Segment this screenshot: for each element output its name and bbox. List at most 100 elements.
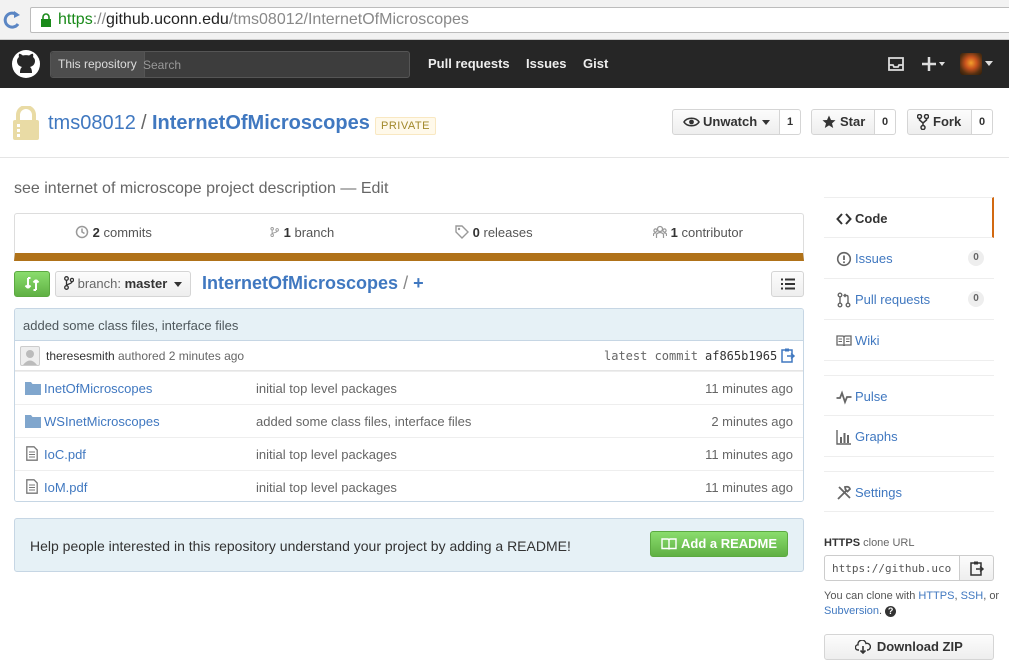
tools-icon	[837, 485, 852, 500]
search-input[interactable]	[143, 54, 403, 75]
commits-count: 2	[92, 225, 100, 240]
repo-owner-link[interactable]: tms08012	[48, 112, 136, 135]
star-label: Star	[840, 114, 866, 129]
pull-requests-counter: 0	[968, 291, 984, 307]
clone-help-comma: ,	[954, 590, 958, 602]
sidebar-item-pull-requests[interactable]: Pull requests 0	[824, 279, 994, 320]
eye-icon	[683, 117, 700, 127]
branches-link[interactable]: 1 branch	[270, 225, 334, 240]
file-age: 11 minutes ago	[705, 480, 793, 495]
search-scope-label[interactable]: This repository	[51, 52, 145, 77]
nav-issues[interactable]: Issues	[526, 56, 566, 71]
file-commit-message[interactable]: initial top level packages	[256, 381, 397, 396]
clone-https-link[interactable]: HTTPS	[918, 590, 954, 602]
download-zip-button[interactable]: Download ZIP	[824, 634, 994, 660]
clone-ssh-link[interactable]: SSH	[961, 590, 984, 602]
unwatch-button[interactable]: Unwatch	[672, 109, 780, 135]
file-commit-message[interactable]: initial top level packages	[256, 480, 397, 495]
readme-prompt: Help people interested in this repositor…	[14, 518, 804, 572]
branches-count: 1	[283, 225, 291, 240]
description-dash: —	[340, 180, 357, 197]
breadcrumb-separator: /	[403, 273, 409, 293]
sidebar-item-issues[interactable]: Issues 0	[824, 238, 994, 279]
contributors-link[interactable]: 1 contributor	[653, 225, 743, 240]
star-button[interactable]: Star	[811, 109, 875, 135]
file-row[interactable]: WSInetMicroscopes added some class files…	[15, 404, 803, 437]
stargazers-count[interactable]: 0	[875, 109, 896, 135]
copy-clone-url-button[interactable]	[959, 555, 994, 581]
sidebar-item-settings[interactable]: Settings	[824, 471, 994, 512]
contributors-count: 1	[670, 225, 678, 240]
site-header: This repository Pull requests Issues Gis…	[0, 40, 1009, 88]
fork-label: Fork	[933, 114, 962, 129]
folder-icon	[25, 415, 41, 428]
latest-commit-message[interactable]: added some class files, interface files	[15, 309, 803, 341]
chevron-down-icon[interactable]	[985, 61, 993, 67]
secure-lock-icon	[41, 13, 51, 27]
commit-sha-link[interactable]: af865b1965	[705, 349, 777, 363]
url-field[interactable]: https://github.uconn.edu/tms08012/Intern…	[30, 7, 1009, 33]
file-row[interactable]: IoM.pdf initial top level packages 11 mi…	[15, 470, 803, 501]
branch-select-button[interactable]: branch: master	[55, 271, 191, 297]
reload-icon[interactable]	[2, 9, 22, 31]
sidebar-item-graphs[interactable]: Graphs	[824, 416, 994, 457]
file-name-link[interactable]: WSInetMicroscopes	[44, 414, 160, 429]
watchers-count[interactable]: 1	[780, 109, 801, 135]
latest-commit-label: latest commit	[604, 349, 698, 363]
private-repo-lock-icon	[13, 106, 39, 140]
clone-protocol: HTTPS	[824, 537, 861, 549]
commits-link[interactable]: 2 commits	[75, 225, 152, 240]
commit-author-link[interactable]: theresesmith	[46, 349, 115, 363]
unwatch-label: Unwatch	[703, 114, 758, 129]
file-row[interactable]: InetOfMicroscopes initial top level pack…	[15, 371, 803, 404]
clipboard-icon[interactable]	[781, 348, 795, 363]
readme-prompt-text: Help people interested in this repositor…	[30, 538, 571, 554]
pulse-icon	[836, 390, 852, 405]
nav-gist[interactable]: Gist	[583, 56, 608, 71]
file-name-link[interactable]: InetOfMicroscopes	[44, 381, 152, 396]
releases-link[interactable]: 0 releases	[455, 225, 533, 240]
inbox-icon[interactable]	[888, 57, 904, 71]
clone-subversion-link[interactable]: Subversion	[824, 605, 879, 617]
current-branch-name: master	[124, 276, 168, 291]
commits-label: commits	[103, 225, 152, 240]
sidebar-item-label: Pull requests	[855, 292, 931, 307]
file-commit-message[interactable]: added some class files, interface files	[256, 414, 471, 429]
github-logo-icon[interactable]	[11, 49, 41, 79]
clone-title-suffix: clone URL	[863, 537, 915, 549]
committer-avatar[interactable]	[20, 346, 40, 366]
file-row[interactable]: IoC.pdf initial top level packages 11 mi…	[15, 437, 803, 470]
contributors-label: contributor	[681, 225, 743, 240]
fork-button[interactable]: Fork	[907, 109, 972, 135]
add-readme-button[interactable]: Add a README	[650, 531, 789, 557]
question-icon[interactable]: ?	[885, 606, 897, 617]
user-avatar[interactable]	[960, 53, 982, 75]
book-icon	[661, 538, 677, 550]
clone-url-input[interactable]	[824, 555, 960, 581]
pull-request-icon	[837, 292, 851, 308]
compare-icon	[24, 277, 40, 291]
file-commit-message[interactable]: initial top level packages	[256, 447, 397, 462]
repo-name-link[interactable]: InternetOfMicroscopes	[152, 112, 370, 135]
sidebar-item-pulse[interactable]: Pulse	[824, 375, 994, 416]
file-list-toggle-button[interactable]	[771, 271, 804, 297]
code-icon	[836, 213, 852, 225]
nav-pull-requests[interactable]: Pull requests	[428, 56, 510, 71]
new-file-link[interactable]: +	[413, 273, 424, 293]
branch-prefix-label: branch:	[77, 276, 121, 291]
sidebar-item-code[interactable]: Code	[824, 197, 994, 238]
create-new-plus-icon[interactable]	[922, 56, 946, 72]
file-name-link[interactable]: IoC.pdf	[44, 447, 86, 462]
compare-button[interactable]	[14, 271, 50, 297]
edit-description-link[interactable]: Edit	[361, 180, 389, 197]
sidebar-item-label: Code	[855, 211, 888, 226]
clone-url-title: HTTPS clone URL	[824, 537, 914, 549]
file-text-icon	[26, 479, 38, 494]
file-name-link[interactable]: IoM.pdf	[44, 480, 87, 495]
repo-numbers-summary: 2 commits 1 branch 0 releases 1 contribu…	[14, 213, 804, 261]
sidebar-item-wiki[interactable]: Wiki	[824, 320, 994, 361]
breadcrumb-root-link[interactable]: InternetOfMicroscopes	[202, 273, 398, 293]
forks-count[interactable]: 0	[972, 109, 993, 135]
cloud-download-icon	[855, 640, 872, 654]
folder-icon	[25, 382, 41, 395]
